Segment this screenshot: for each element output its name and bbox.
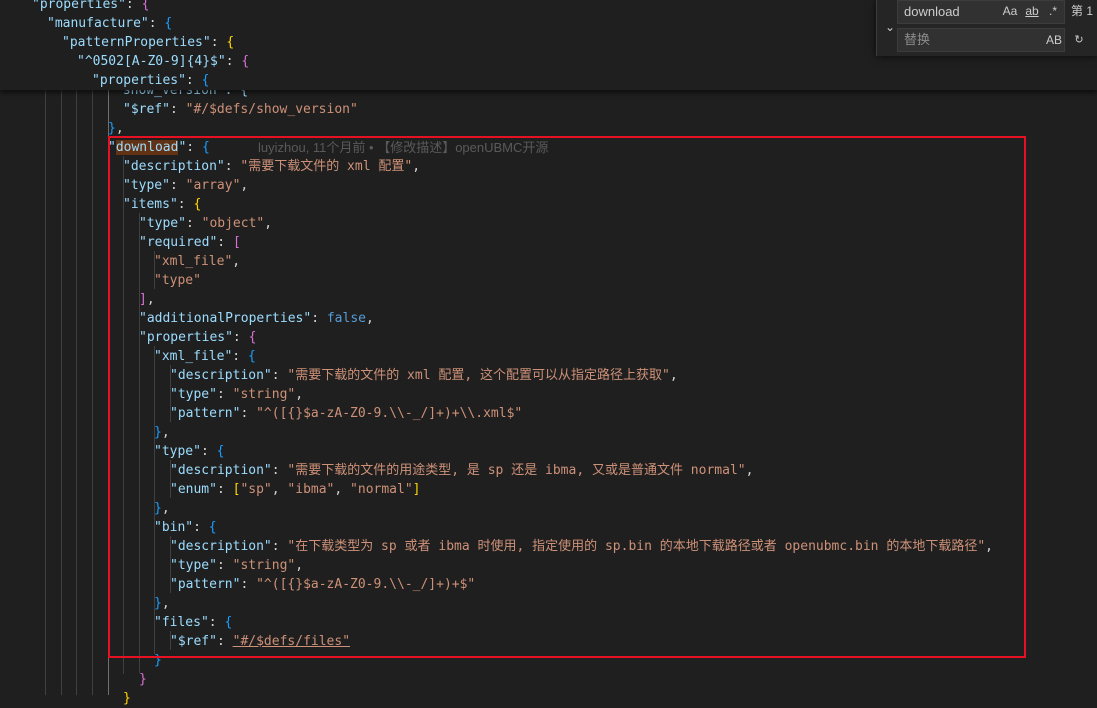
- indent-guide: [139, 213, 140, 673]
- sticky-line[interactable]: "properties": {: [92, 71, 209, 90]
- code-line: }: [123, 691, 131, 706]
- code-line: "$ref": "#/$defs/files": [170, 634, 351, 649]
- code-line: "description": "在下载类型为 sp 或者 ibma 时使用, 指…: [170, 539, 993, 554]
- code-line: },: [154, 596, 170, 611]
- match-case-toggle[interactable]: Aa: [1001, 1, 1019, 21]
- sticky-line[interactable]: "^0502[A-Z0-9]{4}$": {: [77, 52, 249, 71]
- indent-guide: [108, 90, 109, 695]
- code-line: "description": "需要下载的文件的用途类型, 是 sp 还是 ib…: [170, 463, 754, 478]
- code-line: "type": {: [154, 444, 225, 459]
- match-whole-word-toggle[interactable]: ab: [1023, 1, 1041, 21]
- search-match-highlight: download: [115, 140, 179, 155]
- match-count: 第 1: [1071, 4, 1094, 18]
- code-line: "bin": {: [154, 520, 217, 535]
- code-line: "type": "string",: [170, 558, 304, 573]
- code-line: "items": {: [123, 197, 202, 212]
- replace-icon[interactable]: ↻: [1071, 30, 1087, 50]
- replace-input[interactable]: 替换: [897, 28, 1065, 52]
- code-line: "enum": ["sp", "ibma", "normal"]: [170, 482, 421, 497]
- code-editor[interactable]: "show_version": { "$ref": "#/$defs/show_…: [0, 0, 1097, 706]
- git-blame-annotation: luyizhou, 11个月前 • 【修改描述】openUBMC开源: [258, 140, 549, 155]
- code-line: "description": "需要下载文件的 xml 配置",: [123, 159, 421, 174]
- use-regex-toggle[interactable]: .*: [1045, 1, 1061, 21]
- sticky-line[interactable]: "properties": {: [32, 0, 149, 14]
- code-line: ],: [139, 292, 155, 307]
- code-line: "files": {: [154, 615, 233, 630]
- ref-link[interactable]: "#/$defs/files": [233, 634, 350, 649]
- code-line: }: [154, 653, 162, 668]
- code-line: "xml_file",: [154, 254, 241, 269]
- indent-guide: [123, 156, 124, 674]
- sticky-line[interactable]: "patternProperties": {: [62, 33, 234, 52]
- indent-guide: [92, 90, 93, 695]
- code-line: "type": "array",: [123, 178, 249, 193]
- code-line: "type": "object",: [139, 216, 273, 231]
- code-line: "type": [154, 273, 201, 288]
- code-line: "pattern": "^([{}$a-zA-Z0-9.\\-_/]+)+\\.…: [170, 406, 523, 421]
- code-line: },: [154, 501, 170, 516]
- sticky-line[interactable]: "manufacture": {: [47, 14, 172, 33]
- code-line: "type": "string",: [170, 387, 304, 402]
- code-line: },: [108, 121, 124, 136]
- find-replace-widget: ⌄ download Aa ab .* 第 1 替换 AB ↻: [876, 0, 1097, 56]
- preserve-case-toggle[interactable]: AB: [1043, 30, 1065, 50]
- code-line: }: [139, 672, 147, 687]
- code-line: "properties": {: [139, 330, 257, 345]
- indent-guide: [61, 90, 62, 695]
- code-line: },: [154, 425, 170, 440]
- indent-guide: [76, 90, 77, 695]
- code-line: "xml_file": {: [154, 349, 256, 364]
- code-line: "required": [: [139, 235, 241, 250]
- code-line: "additionalProperties": false,: [139, 311, 374, 326]
- code-line: "$ref": "#/$defs/show_version": [123, 102, 358, 117]
- code-line: "pattern": "^([{}$a-zA-Z0-9.\\-_/]+)+$": [170, 577, 476, 592]
- code-line: "description": "需要下载的文件的 xml 配置, 这个配置可以从…: [170, 368, 678, 383]
- code-line-download: "download": {: [108, 140, 210, 155]
- indent-guide: [45, 90, 46, 695]
